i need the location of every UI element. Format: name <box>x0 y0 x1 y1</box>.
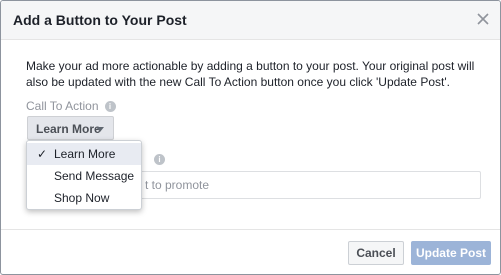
menu-item-send-message[interactable]: Send Message <box>27 165 141 187</box>
menu-item-label: Send Message <box>54 169 135 183</box>
cta-dropdown-value: Learn More <box>36 122 101 136</box>
menu-item-shop-now[interactable]: Shop Now <box>27 187 141 209</box>
footer-divider <box>1 229 500 230</box>
cta-label: Call To Action <box>26 99 99 113</box>
update-post-button[interactable]: Update Post <box>411 241 491 265</box>
menu-item-label: Learn More <box>54 147 116 161</box>
cta-label-row: Call To Action i <box>26 99 116 113</box>
cta-dropdown-menu: ✓ Learn More Send Message Shop Now <box>26 140 142 210</box>
close-icon[interactable] <box>476 12 490 26</box>
checkmark-icon: ✓ <box>37 147 48 161</box>
menu-item-learn-more[interactable]: ✓ Learn More <box>27 143 141 165</box>
cancel-button[interactable]: Cancel <box>348 241 404 265</box>
info-icon[interactable]: i <box>154 154 165 165</box>
promote-text-input[interactable] <box>136 171 481 199</box>
dialog-title: Add a Button to Your Post <box>13 12 187 28</box>
menu-item-label: Shop Now <box>54 191 110 205</box>
caret-down-icon <box>96 127 104 132</box>
add-button-dialog: Add a Button to Your Post Make your ad m… <box>0 0 501 275</box>
info-icon[interactable]: i <box>104 101 116 112</box>
cta-dropdown-button[interactable]: Learn More <box>27 116 114 140</box>
dialog-header: Add a Button to Your Post <box>1 1 500 40</box>
dialog-description: Make your ad more actionable by adding a… <box>26 59 475 89</box>
